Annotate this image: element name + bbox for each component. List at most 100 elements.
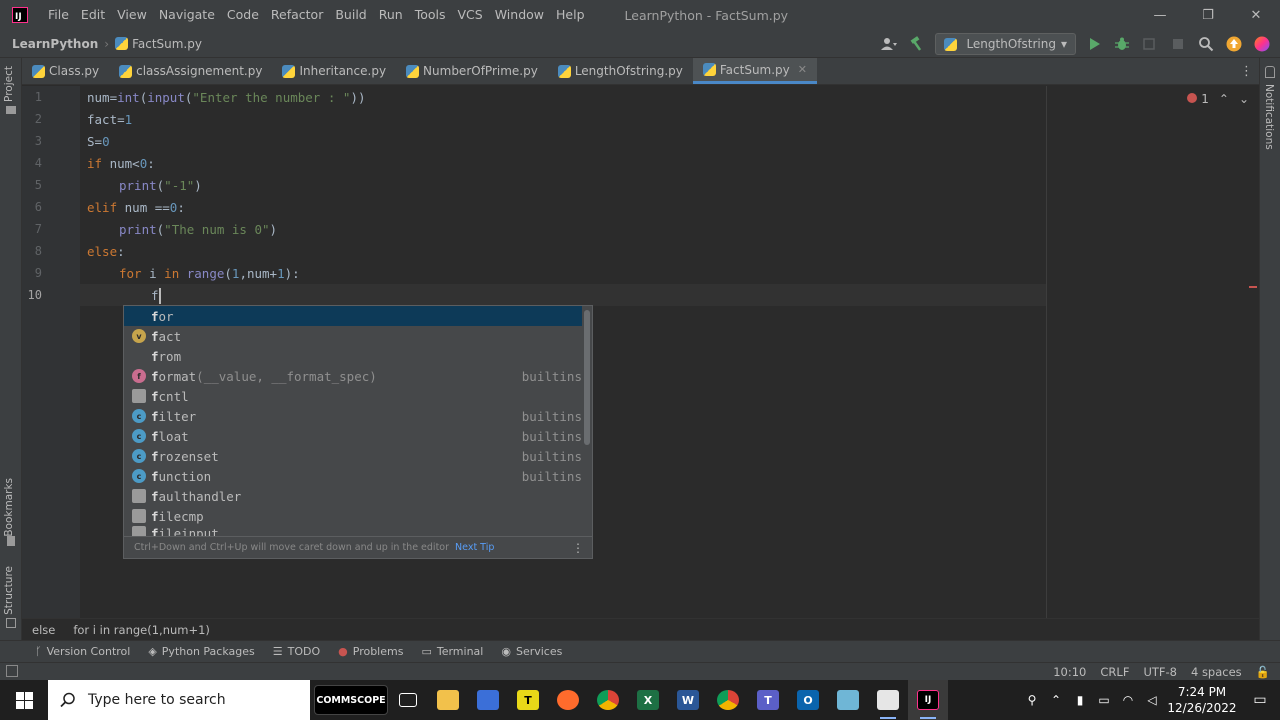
chrome-profile-icon[interactable] xyxy=(708,680,748,720)
wifi-icon[interactable]: ◠ xyxy=(1116,680,1140,720)
menu-edit[interactable]: Edit xyxy=(75,0,111,30)
caret-position[interactable]: 10:10 xyxy=(1053,665,1086,679)
completion-item[interactable]: for xyxy=(124,306,582,326)
version-control-button[interactable]: ᚴ Version Control xyxy=(26,645,139,658)
services-button[interactable]: ◉ Services xyxy=(492,645,571,658)
search-icon[interactable] xyxy=(1196,34,1216,54)
notepad-icon[interactable] xyxy=(828,680,868,720)
bookmarks-tool-tab[interactable]: Bookmarks xyxy=(3,478,19,537)
network-app-icon[interactable] xyxy=(468,680,508,720)
todo-button[interactable]: ☰ TODO xyxy=(264,645,329,658)
completion-item[interactable]: filecmp xyxy=(124,506,582,526)
completion-item[interactable]: c frozenset builtins xyxy=(124,446,582,466)
completion-item[interactable]: v fact xyxy=(124,326,582,346)
menu-navigate[interactable]: Navigate xyxy=(153,0,221,30)
completion-item[interactable]: f format(__value, __format_spec) builtins xyxy=(124,366,582,386)
file-explorer-icon[interactable] xyxy=(428,680,468,720)
completion-item[interactable]: faulthandler xyxy=(124,486,582,506)
commscope-button[interactable]: COMMSCOPE xyxy=(314,685,388,715)
lock-icon[interactable]: 🔓 xyxy=(1256,665,1270,679)
restore-button[interactable]: ❐ xyxy=(1184,0,1232,30)
taskbar-clock[interactable]: 7:24 PM 12/26/2022 xyxy=(1164,684,1240,716)
photos-icon[interactable] xyxy=(868,680,908,720)
completion-more-icon[interactable]: ⋮ xyxy=(572,541,584,555)
python-packages-button[interactable]: ◈ Python Packages xyxy=(139,645,263,658)
tab-class[interactable]: Class.py xyxy=(22,58,109,84)
tab-classassignement[interactable]: classAssignement.py xyxy=(109,58,272,84)
tab-lengthofstring[interactable]: LengthOfstring.py xyxy=(548,58,693,84)
menu-help[interactable]: Help xyxy=(550,0,591,30)
bell-icon[interactable] xyxy=(1265,66,1275,78)
debug-bug-icon[interactable] xyxy=(1112,34,1132,54)
run-configuration-selector[interactable]: LengthOfstring ▾ xyxy=(935,33,1076,55)
stop-icon[interactable] xyxy=(1168,34,1188,54)
battery-icon[interactable]: ▭ xyxy=(1092,680,1116,720)
menu-file[interactable]: File xyxy=(42,0,75,30)
indent-setting[interactable]: 4 spaces xyxy=(1191,665,1242,679)
tab-inheritance[interactable]: Inheritance.py xyxy=(272,58,396,84)
inspection-widget[interactable]: 1 ⌃ ⌄ xyxy=(1187,92,1249,106)
menu-view[interactable]: View xyxy=(111,0,153,30)
usb-icon[interactable]: ▮ xyxy=(1068,680,1092,720)
excel-icon[interactable]: X xyxy=(628,680,668,720)
notifications-tool-tab[interactable]: Notifications xyxy=(1263,84,1275,150)
outlook-icon[interactable]: O xyxy=(788,680,828,720)
word-icon[interactable]: W xyxy=(668,680,708,720)
completion-item[interactable]: fcntl xyxy=(124,386,582,406)
menu-tools[interactable]: Tools xyxy=(409,0,452,30)
volume-icon[interactable]: ◁ xyxy=(1140,680,1164,720)
tab-close-icon[interactable]: ✕ xyxy=(798,63,807,76)
completion-item[interactable]: c filter builtins xyxy=(124,406,582,426)
start-button[interactable] xyxy=(0,680,48,720)
completion-item[interactable]: c float builtins xyxy=(124,426,582,446)
menu-run[interactable]: Run xyxy=(373,0,409,30)
terminal-button[interactable]: ▭ Terminal xyxy=(412,645,492,658)
problems-button[interactable]: ● Problems xyxy=(329,645,412,658)
notification-center-icon[interactable]: ▭ xyxy=(1240,680,1280,720)
completion-item[interactable]: from xyxy=(124,346,582,366)
teams-icon[interactable]: T xyxy=(748,680,788,720)
previous-highlight-icon[interactable]: ⌃ xyxy=(1219,92,1229,106)
code-crumb[interactable]: for i in range(1,num+1) xyxy=(73,623,210,637)
code-breadcrumbs: else for i in range(1,num+1) xyxy=(22,618,1259,640)
chevron-up-icon[interactable]: ⌃ xyxy=(1044,680,1068,720)
code-crumb[interactable]: else xyxy=(32,623,55,637)
chrome-icon[interactable] xyxy=(588,680,628,720)
tab-numberofprime[interactable]: NumberOfPrime.py xyxy=(396,58,548,84)
firefox-icon[interactable] xyxy=(548,680,588,720)
run-icon[interactable] xyxy=(1084,34,1104,54)
menu-build[interactable]: Build xyxy=(329,0,372,30)
tabs-more-icon[interactable]: ⋮ xyxy=(1240,64,1253,79)
people-icon[interactable]: ⚲ xyxy=(1020,680,1044,720)
close-window-button[interactable]: ✕ xyxy=(1232,0,1280,30)
build-hammer-icon[interactable] xyxy=(907,34,927,54)
menu-window[interactable]: Window xyxy=(489,0,550,30)
minimize-button[interactable]: — xyxy=(1136,0,1184,30)
menu-code[interactable]: Code xyxy=(221,0,265,30)
user-icon[interactable] xyxy=(879,34,899,54)
completion-scrollbar[interactable] xyxy=(584,310,590,445)
task-view-icon[interactable] xyxy=(388,680,428,720)
line-separator[interactable]: CRLF xyxy=(1100,665,1129,679)
error-stripe-mark[interactable] xyxy=(1249,286,1257,288)
next-highlight-icon[interactable]: ⌄ xyxy=(1239,92,1249,106)
intellij-taskbar-icon[interactable]: IJ xyxy=(908,680,948,720)
tool-windows-toggle-icon[interactable] xyxy=(6,665,18,677)
next-tip-link[interactable]: Next Tip xyxy=(455,542,494,553)
menu-refactor[interactable]: Refactor xyxy=(265,0,329,30)
project-tool-tab[interactable]: Project xyxy=(3,66,19,102)
error-count[interactable]: 1 xyxy=(1187,92,1209,106)
tab-factsum[interactable]: FactSum.py ✕ xyxy=(692,58,817,84)
update-icon[interactable] xyxy=(1224,34,1244,54)
completion-item[interactable]: c function builtins xyxy=(124,466,582,486)
jetbrains-logo-icon[interactable] xyxy=(1252,34,1272,54)
file-encoding[interactable]: UTF-8 xyxy=(1143,665,1177,679)
breadcrumb-file[interactable]: FactSum.py xyxy=(115,36,202,51)
taskbar-search[interactable]: Type here to search xyxy=(48,680,310,720)
coverage-icon[interactable] xyxy=(1140,34,1160,54)
typora-icon[interactable]: T xyxy=(508,680,548,720)
breadcrumb-project[interactable]: LearnPython xyxy=(12,37,98,51)
menu-vcs[interactable]: VCS xyxy=(452,0,489,30)
structure-tool-tab[interactable]: Structure xyxy=(3,566,19,615)
class-icon: c xyxy=(132,469,146,483)
